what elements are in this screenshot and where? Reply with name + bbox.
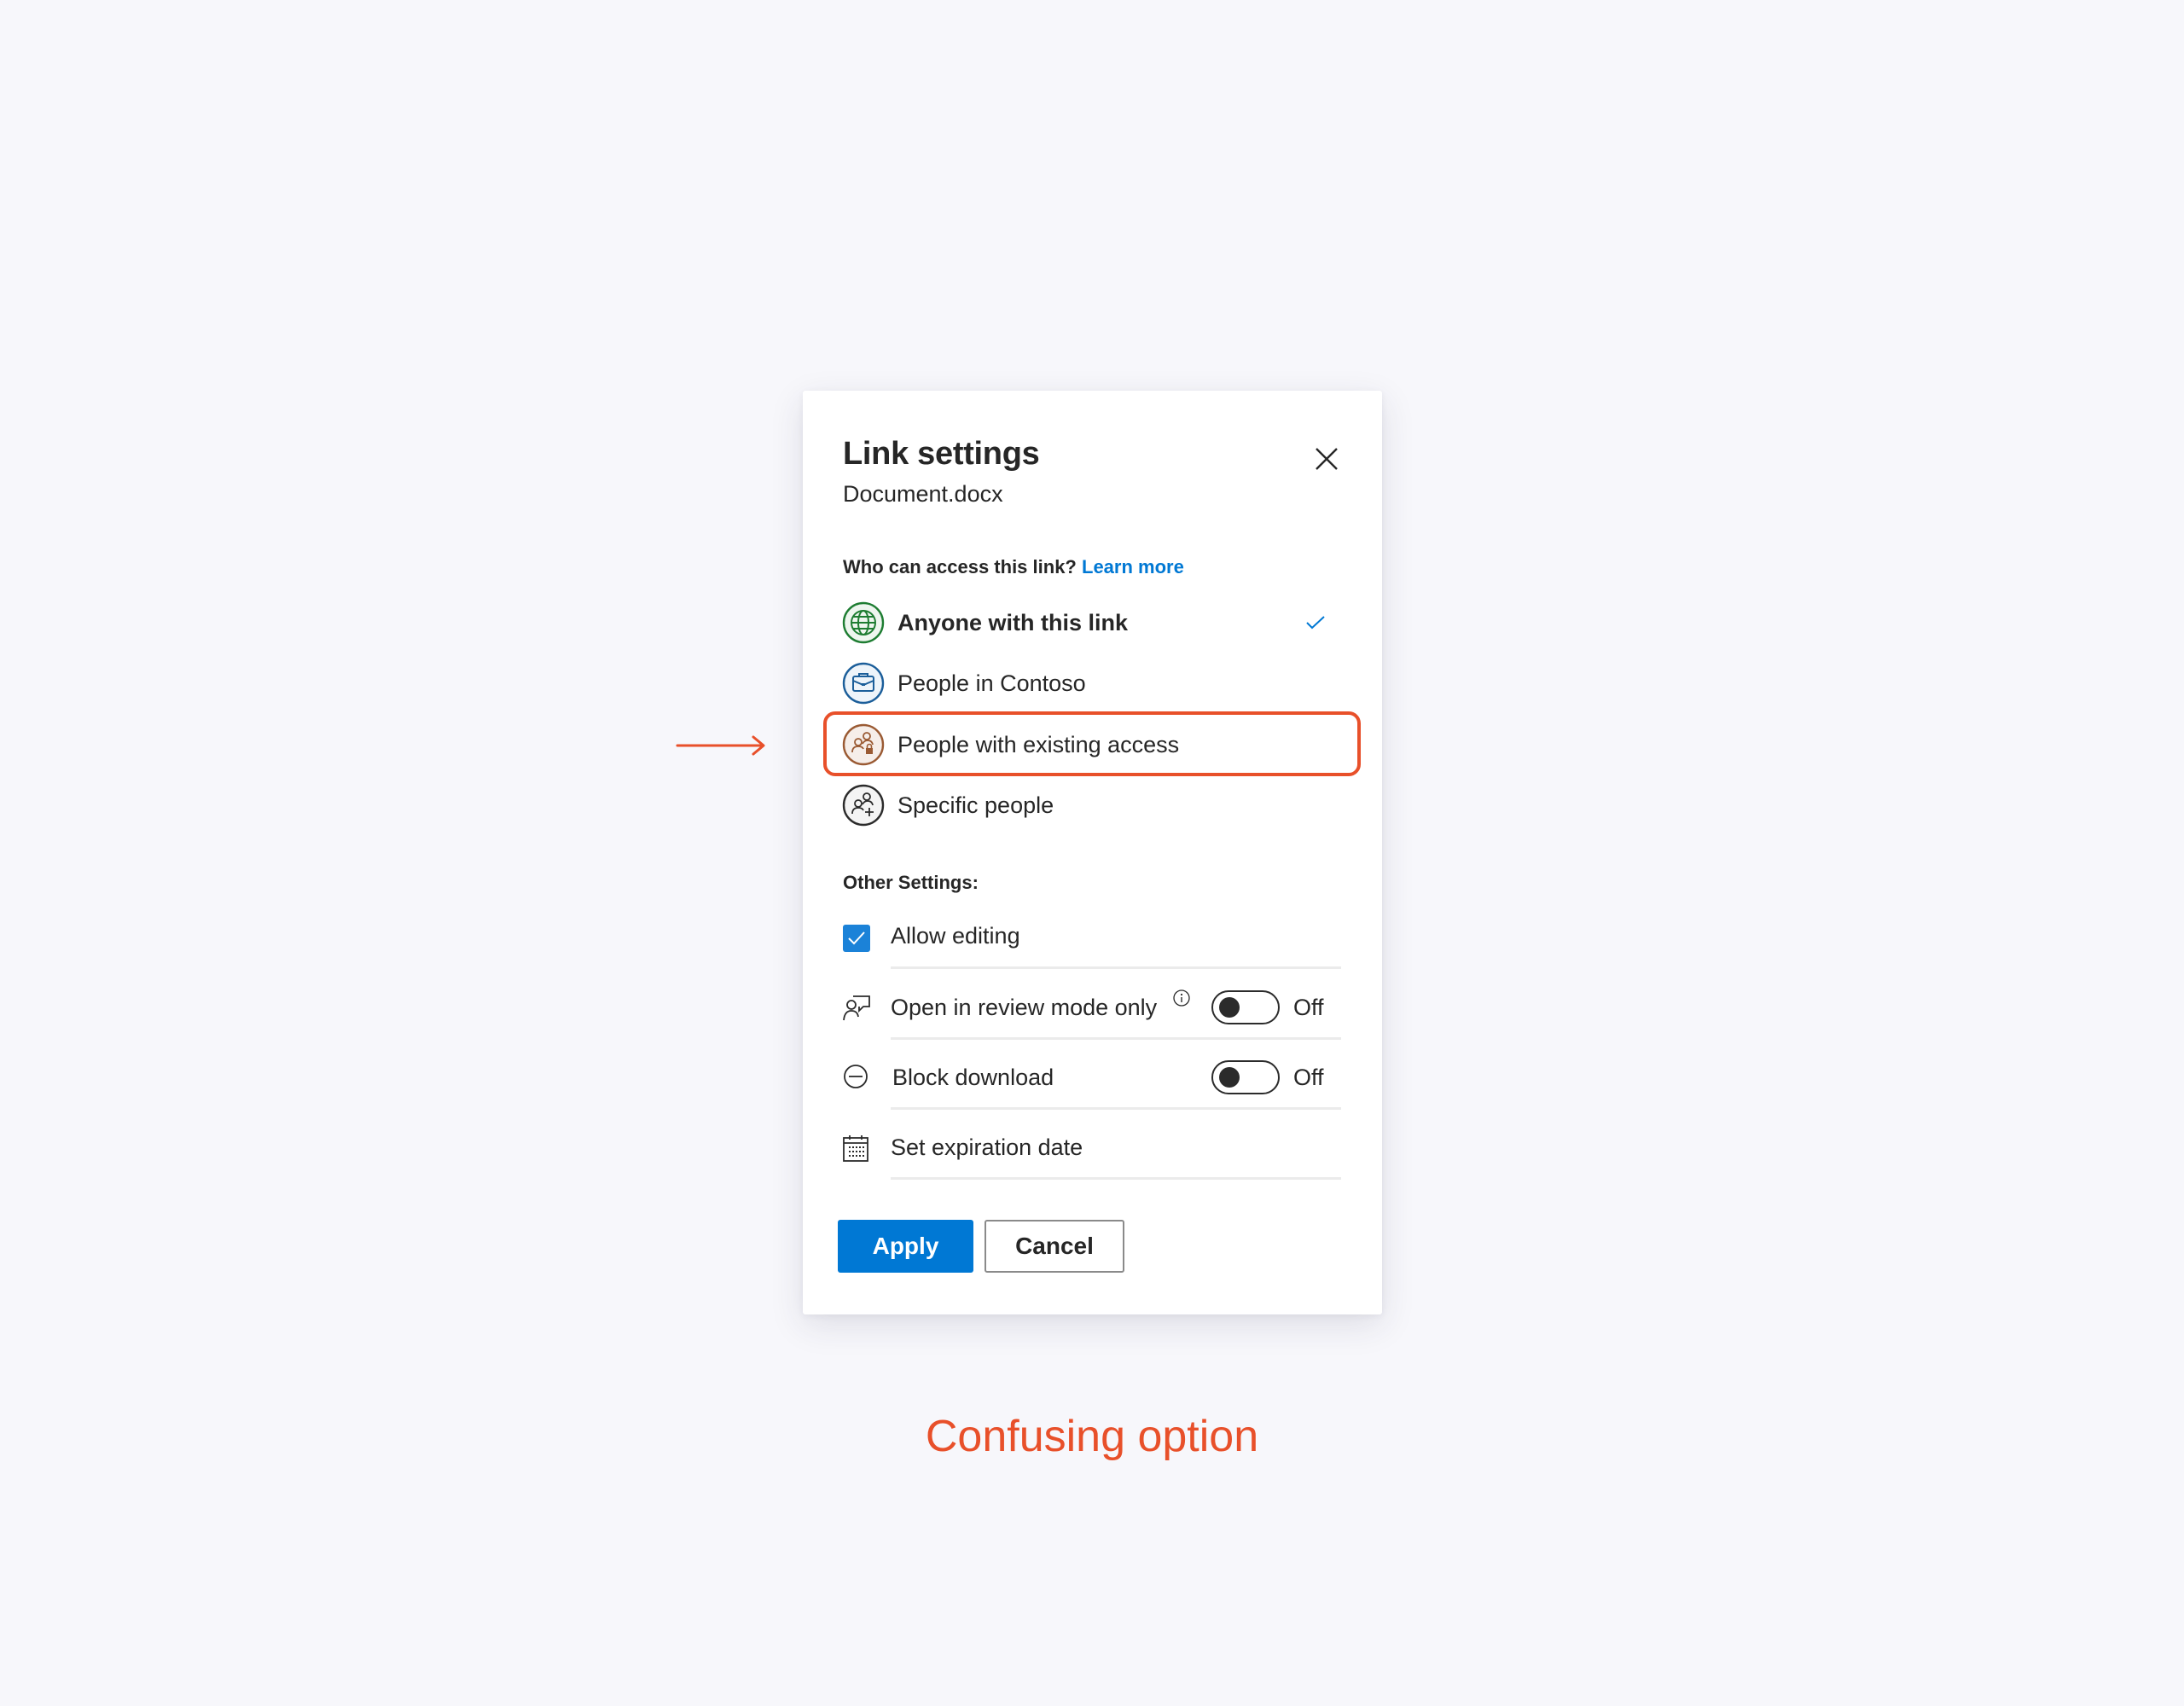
file-name: Document.docx: [843, 481, 1003, 507]
setting-expiration-date[interactable]: Set expiration date: [843, 1123, 1341, 1192]
toggle-knob: [1219, 1067, 1240, 1088]
people-add-icon: [842, 784, 885, 827]
link-settings-dialog: Link settings Document.docx Who can acce…: [803, 391, 1382, 1314]
info-icon[interactable]: [1173, 989, 1190, 1007]
setting-label: Set expiration date: [891, 1134, 1083, 1160]
setting-block-download: Block download Off: [843, 1053, 1341, 1123]
learn-more-link[interactable]: Learn more: [1082, 556, 1184, 577]
selected-check-icon: [1306, 616, 1325, 630]
option-people-in-contoso[interactable]: People in Contoso: [837, 656, 1349, 711]
apply-button[interactable]: Apply: [838, 1220, 973, 1273]
people-lock-icon: [842, 723, 885, 766]
toggle-state: Off: [1293, 1065, 1324, 1090]
close-icon: [1316, 448, 1338, 470]
briefcase-icon: [842, 662, 885, 705]
option-label: Anyone with this link: [897, 609, 1129, 635]
setting-review-mode: Open in review mode only Off: [843, 983, 1341, 1053]
access-question-text: Who can access this link?: [843, 556, 1077, 577]
setting-label: Open in review mode only: [891, 995, 1158, 1020]
option-label: People with existing access: [897, 731, 1180, 757]
divider: [891, 966, 1341, 969]
globe-icon: [842, 601, 885, 644]
option-anyone-with-link[interactable]: Anyone with this link: [837, 595, 1349, 650]
toggle-state: Off: [1293, 995, 1324, 1020]
allow-editing-checkbox[interactable]: [843, 925, 870, 952]
annotation-caption: Confusing option: [925, 1412, 1259, 1461]
toggle-knob: [1219, 997, 1240, 1018]
block-download-toggle[interactable]: [1211, 1060, 1280, 1094]
divider: [891, 1177, 1341, 1180]
checkmark-icon: [848, 931, 865, 945]
close-button[interactable]: [1311, 444, 1342, 474]
other-settings-label: Other Settings:: [843, 872, 979, 893]
review-person-icon: [843, 995, 870, 1021]
setting-label: Allow editing: [891, 923, 1020, 949]
setting-label: Block download: [892, 1065, 1054, 1090]
cancel-button[interactable]: Cancel: [985, 1220, 1124, 1273]
option-people-with-existing-access[interactable]: People with existing access: [837, 717, 1349, 772]
arrow-right-icon: [676, 735, 765, 756]
option-label: Specific people: [897, 792, 1054, 818]
calendar-icon: [843, 1135, 868, 1162]
access-question: Who can access this link? Learn more: [843, 556, 1184, 578]
block-icon: [844, 1065, 868, 1088]
option-label: People in Contoso: [897, 670, 1086, 696]
divider: [891, 1107, 1341, 1110]
divider: [891, 1037, 1341, 1040]
review-mode-toggle[interactable]: [1211, 990, 1280, 1024]
setting-allow-editing: Allow editing: [843, 913, 1341, 983]
option-specific-people[interactable]: Specific people: [837, 778, 1349, 833]
dialog-title: Link settings: [843, 436, 1040, 472]
